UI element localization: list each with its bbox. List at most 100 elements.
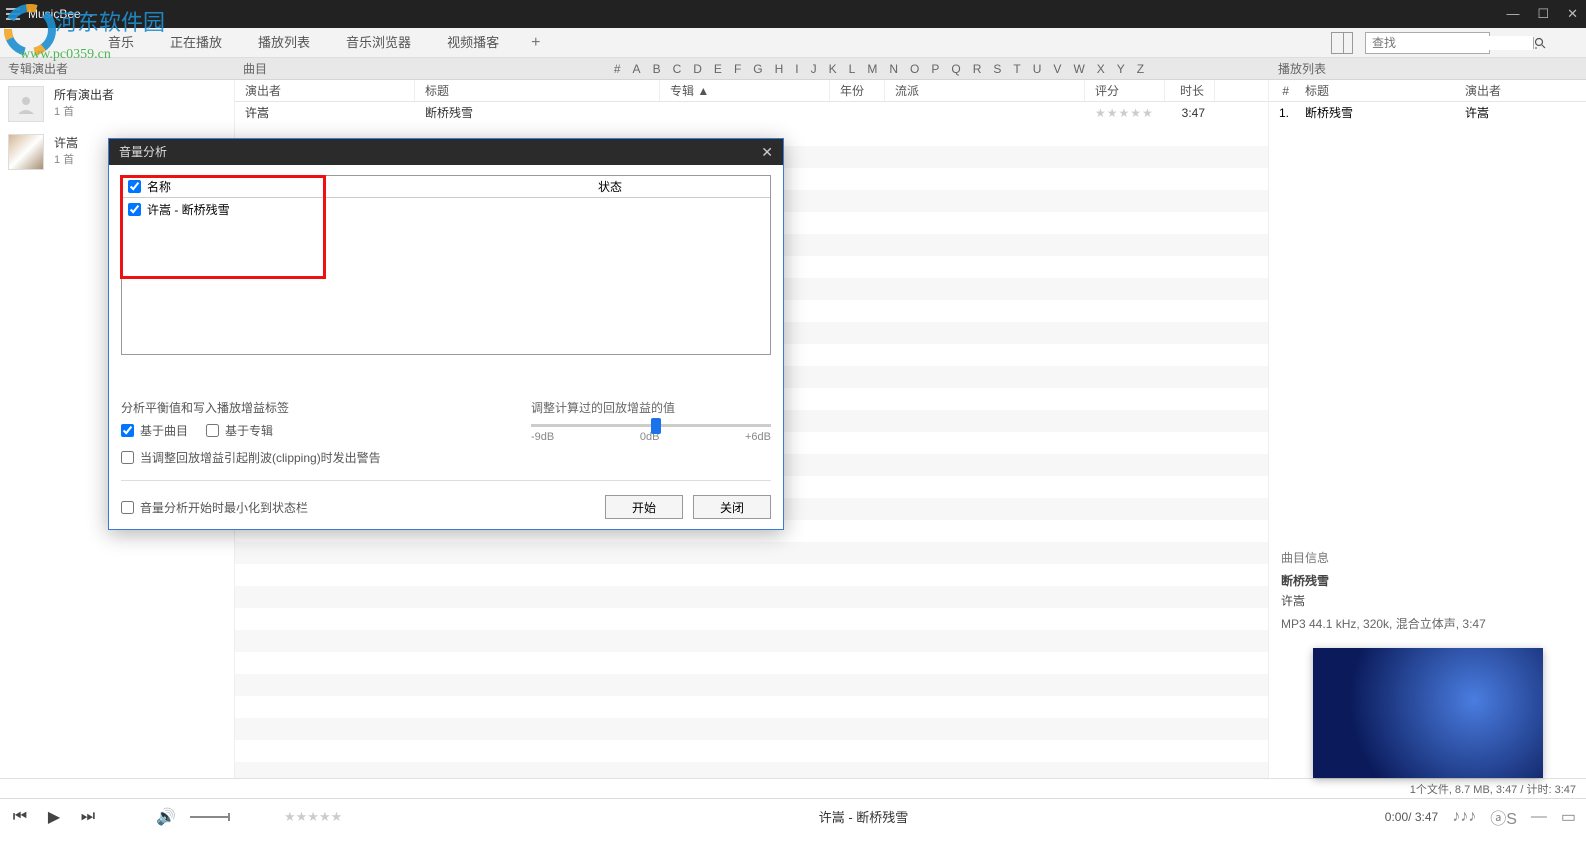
menu-add-icon[interactable]: + xyxy=(517,34,554,52)
track-info-artist: 许嵩 xyxy=(1281,592,1574,609)
jump-letter[interactable]: P xyxy=(931,62,939,76)
col-title[interactable]: 标题 xyxy=(415,80,660,101)
menu-music[interactable]: 音乐 xyxy=(90,28,152,58)
title-bar: MusicBee ⌄ — ☐ ✕ xyxy=(0,0,1586,28)
jump-letter[interactable]: Y xyxy=(1117,62,1125,76)
search-input[interactable] xyxy=(1366,36,1533,50)
track-row[interactable]: 许嵩 断桥残雪 ★★★★★ 3:47 xyxy=(235,102,1268,124)
jump-letter[interactable]: # xyxy=(614,62,621,76)
close-button[interactable]: 关闭 xyxy=(693,495,771,519)
jump-letter[interactable]: Z xyxy=(1137,62,1144,76)
jump-letter[interactable]: U xyxy=(1033,62,1042,76)
jump-letter[interactable]: H xyxy=(775,62,784,76)
jump-letter[interactable]: M xyxy=(867,62,877,76)
player-rating[interactable]: ★★★★★ xyxy=(284,809,342,825)
menu-now-playing[interactable]: 正在播放 xyxy=(152,28,240,58)
avatar-placeholder-icon xyxy=(8,86,44,122)
artist-count: 1 首 xyxy=(54,151,78,167)
progress-icon[interactable]: ▭ xyxy=(1561,807,1576,827)
jump-letter[interactable]: O xyxy=(910,62,919,76)
maximize-icon[interactable]: ☐ xyxy=(1537,6,1549,22)
clip-warn-checkbox[interactable] xyxy=(121,451,134,464)
analysis-item[interactable]: 许嵩 - 断桥残雪 xyxy=(122,198,770,220)
equalizer-icon[interactable]: ♪♪♪ xyxy=(1452,808,1476,826)
opt-gain-label: 分析平衡值和写入播放增益标签 xyxy=(121,399,289,416)
pl-row-num: 1. xyxy=(1269,102,1297,124)
artist-name: 许嵩 xyxy=(54,134,78,151)
pl-col-artist[interactable]: 演出者 xyxy=(1457,80,1586,101)
status-bar: 1个文件, 8.7 MB, 3:47 / 计时: 3:47 xyxy=(0,778,1586,798)
menu-playlists[interactable]: 播放列表 xyxy=(240,28,328,58)
track-info-meta: MP3 44.1 kHz, 320k, 混合立体声, 3:47 xyxy=(1281,615,1574,632)
col-year[interactable]: 年份 xyxy=(830,80,885,101)
artist-count: 1 首 xyxy=(54,103,114,119)
status-text: 1个文件, 8.7 MB, 3:47 / 计时: 3:47 xyxy=(1410,781,1576,797)
next-button[interactable]: ⏭ xyxy=(78,807,98,827)
jump-letter[interactable]: T xyxy=(1013,62,1020,76)
dialog-titlebar[interactable]: 音量分析 ✕ xyxy=(109,139,783,165)
jump-letter[interactable]: S xyxy=(993,62,1001,76)
column-headers: 演出者 标题 专辑 ▲ 年份 流派 评分 时长 xyxy=(235,80,1268,102)
play-button[interactable]: ▶ xyxy=(44,807,64,827)
col-duration[interactable]: 时长 xyxy=(1165,80,1215,101)
col-genre[interactable]: 流派 xyxy=(885,80,1085,101)
jump-letter[interactable]: C xyxy=(673,62,682,76)
track-info-title: 断桥残雪 xyxy=(1281,572,1574,589)
slider-thumb[interactable] xyxy=(651,418,661,434)
jump-letter[interactable]: Q xyxy=(951,62,960,76)
jump-letter[interactable]: G xyxy=(753,62,762,76)
menu-podcast[interactable]: 视频播客 xyxy=(429,28,517,58)
jump-letter[interactable]: V xyxy=(1053,62,1061,76)
jump-letter[interactable]: N xyxy=(889,62,898,76)
slider-label: 调整计算过的回放增益的值 xyxy=(531,399,771,416)
pl-row-artist: 许嵩 xyxy=(1457,102,1586,124)
minimize-checkbox[interactable] xyxy=(121,501,134,514)
volume-slider[interactable] xyxy=(190,816,230,818)
col-album[interactable]: 专辑 ▲ xyxy=(660,80,830,101)
jump-letter[interactable]: F xyxy=(734,62,741,76)
track-rating[interactable]: ★★★★★ xyxy=(1085,102,1165,124)
sub-header: 专辑演出者 曲目 #ABCDEFGHIJKLMNOPQRSTUVWXYZ 播放列… xyxy=(0,58,1586,80)
jump-letter[interactable]: E xyxy=(714,62,722,76)
lastfm-icon[interactable]: ⓐS xyxy=(1490,805,1517,829)
mini-player-icon[interactable]: — xyxy=(1531,808,1547,826)
menu-bar: 音乐 正在播放 播放列表 音乐浏览器 视频播客 + xyxy=(0,28,1586,58)
jump-letter[interactable]: D xyxy=(693,62,702,76)
jump-letter[interactable]: I xyxy=(795,62,798,76)
album-art xyxy=(1313,648,1543,778)
close-icon[interactable]: ✕ xyxy=(1567,6,1578,22)
pl-col-title[interactable]: 标题 xyxy=(1297,80,1457,101)
jump-letter[interactable]: K xyxy=(829,62,837,76)
jump-letter[interactable]: R xyxy=(973,62,982,76)
start-button[interactable]: 开始 xyxy=(605,495,683,519)
dialog-close-icon[interactable]: ✕ xyxy=(761,139,773,165)
player-time: 0:00/ 3:47 xyxy=(1385,810,1438,824)
by-track-checkbox[interactable] xyxy=(121,424,134,437)
by-album-checkbox[interactable] xyxy=(206,424,219,437)
chevron-down-icon[interactable]: ⌄ xyxy=(87,9,95,20)
jump-letter[interactable]: X xyxy=(1097,62,1105,76)
jump-letter[interactable]: B xyxy=(653,62,661,76)
prev-button[interactable]: ⏮ xyxy=(10,807,30,827)
jump-letter[interactable]: L xyxy=(849,62,856,76)
col-artist[interactable]: 演出者 xyxy=(235,80,415,101)
col-rating[interactable]: 评分 xyxy=(1085,80,1165,101)
sidebar-item-all-artists[interactable]: 所有演出者 1 首 xyxy=(0,80,234,128)
select-all-checkbox[interactable] xyxy=(128,180,141,193)
track-artist: 许嵩 xyxy=(235,102,415,124)
jump-letter[interactable]: W xyxy=(1073,62,1084,76)
jump-letter[interactable]: A xyxy=(633,62,641,76)
minimize-icon[interactable]: — xyxy=(1506,6,1519,22)
panel-layout-icon[interactable] xyxy=(1331,32,1353,54)
analysis-list: 名称 状态 许嵩 - 断桥残雪 xyxy=(121,175,771,355)
menu-browser[interactable]: 音乐浏览器 xyxy=(328,28,429,58)
gain-slider[interactable] xyxy=(531,424,771,427)
hamburger-icon[interactable] xyxy=(6,8,20,20)
search-dropdown-icon[interactable] xyxy=(1533,37,1546,49)
pl-col-num[interactable]: # xyxy=(1269,80,1297,101)
search-box[interactable] xyxy=(1365,32,1490,54)
item-checkbox[interactable] xyxy=(128,203,141,216)
playlist-row[interactable]: 1. 断桥残雪 许嵩 xyxy=(1269,102,1586,124)
jump-letter[interactable]: J xyxy=(811,62,817,76)
volume-icon[interactable]: 🔊 xyxy=(156,807,176,827)
